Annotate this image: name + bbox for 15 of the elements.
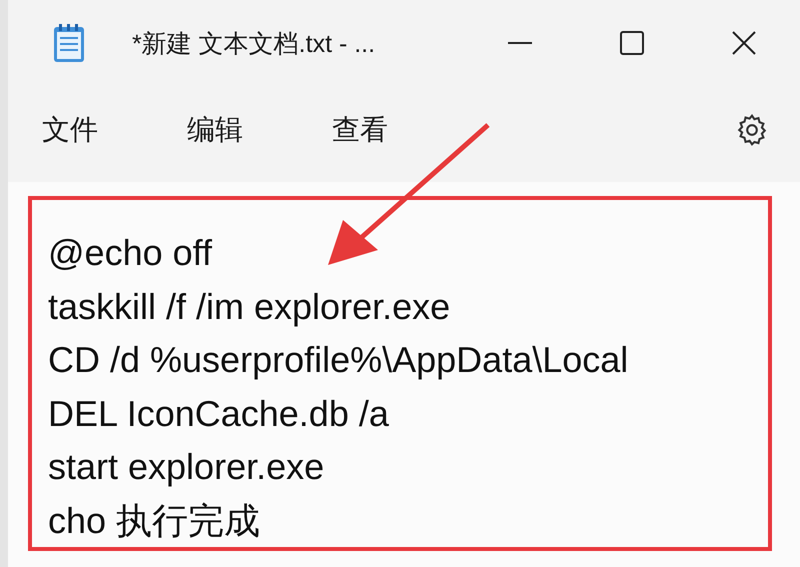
menu-item[interactable]: 查看	[316, 103, 404, 157]
code-line: @echo off	[48, 231, 213, 275]
code-line: CD /d %userprofile%\AppData\Local	[48, 338, 630, 382]
notepad-icon	[52, 23, 86, 63]
window-title: *新建 文本文档.txt - ...	[132, 28, 376, 60]
menu-item[interactable]: 文件	[26, 103, 114, 157]
code-line: cho 执行完成	[48, 498, 262, 542]
maximize-icon	[619, 30, 645, 56]
menu-item[interactable]: 编辑	[171, 103, 259, 157]
minimize-icon	[507, 42, 533, 44]
text-editor[interactable]: @echo off taskkill /f /im explorer.exe CD /d %userprofile%\AppData\Local DEL IconCache.db /a start explorer.exe cho 执行完成	[8, 182, 800, 567]
code-line: taskkill /f /im explorer.exe	[48, 284, 452, 328]
code-line: DEL IconCache.db /a	[48, 392, 390, 436]
code-line: start explorer.exe	[48, 445, 326, 489]
close-icon	[731, 30, 757, 56]
